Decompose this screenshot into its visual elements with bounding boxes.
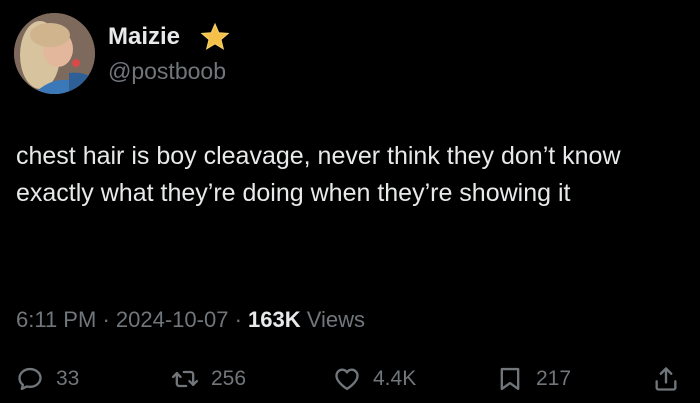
like-count: 4.4K xyxy=(373,367,417,390)
action-bar: 33 256 4.4K 217 xyxy=(0,362,700,396)
reply-count: 33 xyxy=(56,367,80,390)
display-name[interactable]: Maizie xyxy=(108,23,180,51)
tweet-text: chest hair is boy cleavage, never think … xyxy=(16,142,621,207)
repost-icon xyxy=(171,370,199,388)
views-count: 163K xyxy=(248,307,301,332)
heart-icon xyxy=(335,368,359,391)
avatar[interactable] xyxy=(14,13,95,94)
user-handle[interactable]: @postboob xyxy=(108,57,226,85)
like-button[interactable]: 4.4K xyxy=(333,362,416,396)
reply-icon xyxy=(18,367,42,391)
share-icon xyxy=(655,367,677,391)
meta-separator: · xyxy=(102,307,110,332)
tweet-time[interactable]: 6:11 PM xyxy=(16,307,96,332)
bookmark-count: 217 xyxy=(536,367,572,390)
avatar-image xyxy=(14,13,95,94)
repost-button[interactable]: 256 xyxy=(171,362,246,396)
tweet-meta: 6:11 PM · 2024-10-07 · 163K Views xyxy=(16,306,365,334)
views-label: Views xyxy=(306,307,366,332)
meta-separator: · xyxy=(234,307,242,332)
tweet-date[interactable]: 2024-10-07 xyxy=(116,307,229,332)
bookmark-button[interactable]: 217 xyxy=(496,362,571,396)
star-badge-icon xyxy=(200,22,230,50)
reply-button[interactable]: 33 xyxy=(16,362,79,396)
share-button[interactable] xyxy=(652,362,680,396)
bookmark-icon xyxy=(500,367,520,391)
repost-count: 256 xyxy=(211,367,247,390)
